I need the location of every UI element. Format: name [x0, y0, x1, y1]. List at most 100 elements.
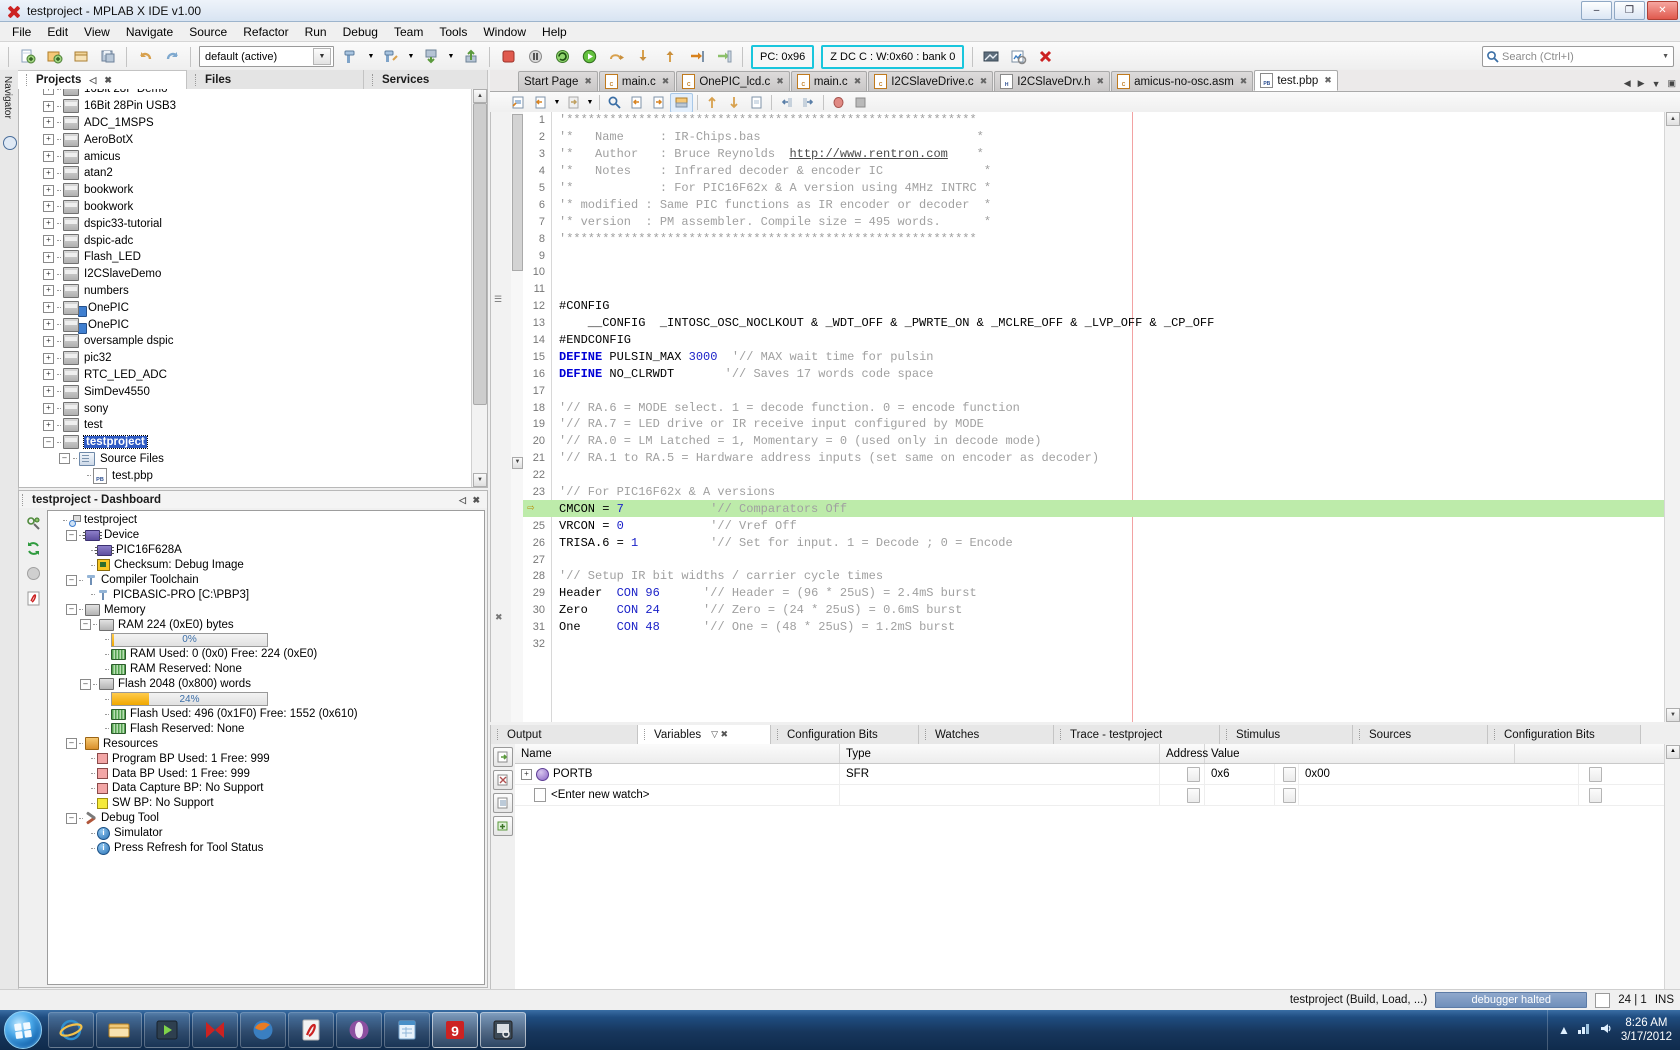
expand-icon[interactable]: +: [43, 269, 54, 280]
step-over-icon[interactable]: [603, 44, 629, 69]
variables-table-row[interactable]: +PORTBSFR0x60x00: [515, 764, 1680, 785]
network-icon[interactable]: [1577, 1022, 1592, 1038]
close-tab-icon[interactable]: ✖: [1240, 76, 1248, 87]
shift-right-icon[interactable]: [798, 94, 819, 112]
dashboard-tree-item[interactable]: Checksum: Debug Image: [48, 558, 484, 573]
variables-table[interactable]: NameTypeAddressValue +PORTBSFR0x60x00<En…: [515, 744, 1680, 1010]
start-button[interactable]: [4, 1011, 42, 1049]
volume-icon[interactable]: [1599, 1022, 1614, 1038]
cell-dropdown-2[interactable]: [1275, 764, 1299, 784]
scroll-tabs-right-icon[interactable]: ▶: [1636, 78, 1647, 89]
code-lines[interactable]: 1'**************************************…: [523, 112, 1680, 722]
code-line[interactable]: 32: [523, 636, 1680, 653]
dock-tab-output[interactable]: Output: [491, 725, 638, 744]
menu-item-run[interactable]: Run: [297, 23, 335, 41]
expand-icon[interactable]: +: [521, 769, 532, 780]
expand-icon[interactable]: +: [43, 235, 54, 246]
previous-bookmark-icon[interactable]: [626, 94, 647, 112]
cell-name[interactable]: +PORTB: [515, 764, 840, 784]
taskbar-item-pickit[interactable]: 9: [432, 1012, 478, 1048]
code-line[interactable]: 1'**************************************…: [523, 112, 1680, 129]
close-tab-icon[interactable]: ✖: [662, 76, 670, 87]
dock-tab-sources[interactable]: Sources: [1353, 725, 1488, 744]
set-pc-icon[interactable]: [711, 44, 737, 69]
column-header-address[interactable]: Address: [1160, 744, 1205, 763]
dashboard-tree-item[interactable]: Program BP Used: 1 Free: 999: [48, 751, 484, 766]
dashboard-tree-item[interactable]: –Debug Tool: [48, 811, 484, 826]
build-icon[interactable]: [338, 44, 364, 69]
project-tree-item[interactable]: +numbers: [19, 283, 471, 300]
code-line[interactable]: 16DEFINE NO_CLRWDT '// Saves 17 words co…: [523, 365, 1680, 382]
dropdown-box-icon[interactable]: [1283, 788, 1296, 803]
dashboard-window-actions[interactable]: ◁ ✖: [459, 495, 482, 506]
menu-item-window[interactable]: Window: [475, 23, 534, 41]
dock-tab-configuration-bits[interactable]: Configuration Bits: [771, 725, 919, 744]
code-line[interactable]: 22: [523, 467, 1680, 484]
undo-icon[interactable]: [132, 44, 158, 69]
variables-table-row[interactable]: <Enter new watch>: [515, 785, 1680, 806]
dropdown-box-icon[interactable]: [1283, 767, 1296, 782]
expand-icon[interactable]: +: [43, 218, 54, 229]
projects-tree[interactable]: +16Bit 28P Demo+16Bit 28Pin USB3+ADC_1MS…: [18, 89, 488, 488]
code-line[interactable]: 13 __CONFIG _INTOSC_OSC_NOCLKOUT & _WDT_…: [523, 315, 1680, 332]
new-watch-icon[interactable]: [493, 747, 513, 767]
fold-icon[interactable]: ☰: [494, 294, 502, 305]
find-selection-icon[interactable]: [604, 94, 625, 112]
expand-icon[interactable]: +: [43, 403, 54, 414]
configuration-combo[interactable]: default (active) ▼: [199, 46, 334, 67]
back-icon[interactable]: [530, 94, 551, 112]
tab-services[interactable]: Services: [364, 70, 488, 89]
scroll-tabs-left-icon[interactable]: ◀: [1622, 78, 1633, 89]
project-tree-item[interactable]: +I2CSlaveDemo: [19, 266, 471, 283]
dashboard-tree-item[interactable]: –Resources: [48, 736, 484, 751]
column-header-type[interactable]: Type: [840, 744, 1160, 763]
project-tree-item[interactable]: –testproject: [19, 434, 471, 451]
code-line[interactable]: 8'**************************************…: [523, 230, 1680, 247]
menu-item-edit[interactable]: Edit: [39, 23, 76, 41]
dashboard-tree-item[interactable]: 0%: [48, 632, 484, 647]
expand-icon[interactable]: +: [43, 101, 54, 112]
taskbar-item-opera[interactable]: [336, 1012, 382, 1048]
code-line[interactable]: 29Header CON 96 '// Header = (96 * 25uS)…: [523, 585, 1680, 602]
project-tree-item[interactable]: +pic32: [19, 350, 471, 367]
add-sfr-icon[interactable]: [493, 816, 513, 836]
next-bookmark-icon[interactable]: [648, 94, 669, 112]
new-file-icon[interactable]: [14, 44, 40, 69]
dashboard-tree-item[interactable]: –RAM 224 (0xE0) bytes: [48, 617, 484, 632]
dashboard-tree-item[interactable]: –Flash 2048 (0x800) words: [48, 677, 484, 692]
program-device-icon[interactable]: [458, 44, 484, 69]
expand-icon[interactable]: +: [43, 319, 54, 330]
editor-tab-main-c[interactable]: Cmain.c✖: [599, 71, 675, 91]
dashboard-tree-item[interactable]: 24%: [48, 692, 484, 707]
shift-up-icon[interactable]: [702, 94, 723, 112]
dashboard-tree-item[interactable]: SW BP: No Support: [48, 796, 484, 811]
show-hidden-icons-icon[interactable]: ▲: [1558, 1023, 1570, 1037]
project-tree-item[interactable]: +dspic-adc: [19, 232, 471, 249]
project-tree-item[interactable]: +OnePIC: [19, 316, 471, 333]
project-tree-item[interactable]: +16Bit 28P Demo: [19, 89, 471, 98]
project-tree-item[interactable]: +AeroBotX: [19, 131, 471, 148]
code-line[interactable]: 3'* Author : Bruce Reynolds http://www.r…: [523, 146, 1680, 163]
close-button[interactable]: ✕: [1647, 1, 1678, 20]
dock-tab-variables[interactable]: Variables▽ ✖: [638, 725, 771, 744]
dropdown-box-icon[interactable]: [1589, 788, 1602, 803]
close-tab-icon[interactable]: ✖: [1324, 75, 1332, 86]
code-line[interactable]: 25VRCON = 0 '// Vref Off: [523, 517, 1680, 534]
expand-icon[interactable]: +: [43, 168, 54, 179]
close-tab-icon[interactable]: ✖: [584, 76, 592, 87]
project-tree-item[interactable]: +SimDev4550: [19, 383, 471, 400]
dashboard-tree-item[interactable]: –Compiler Toolchain: [48, 573, 484, 588]
taskbar-item-media-player[interactable]: [144, 1012, 190, 1048]
collapse-icon[interactable]: –: [66, 530, 77, 541]
expand-icon[interactable]: +: [43, 117, 54, 128]
scroll-up-icon[interactable]: ▲: [1666, 112, 1680, 126]
editor-vertical-scrollbar[interactable]: ▲ ▼: [1664, 112, 1680, 722]
cell-value[interactable]: [1299, 785, 1579, 805]
dashboard-refresh-icon[interactable]: [23, 513, 43, 533]
start-macro-recording-icon[interactable]: [828, 94, 849, 112]
column-header-name[interactable]: Name: [515, 744, 840, 763]
project-tree-item[interactable]: –Source Files: [19, 451, 471, 468]
collapse-icon[interactable]: –: [66, 604, 77, 615]
project-tree-item[interactable]: +OnePIC: [19, 299, 471, 316]
new-project-icon[interactable]: [41, 44, 67, 69]
